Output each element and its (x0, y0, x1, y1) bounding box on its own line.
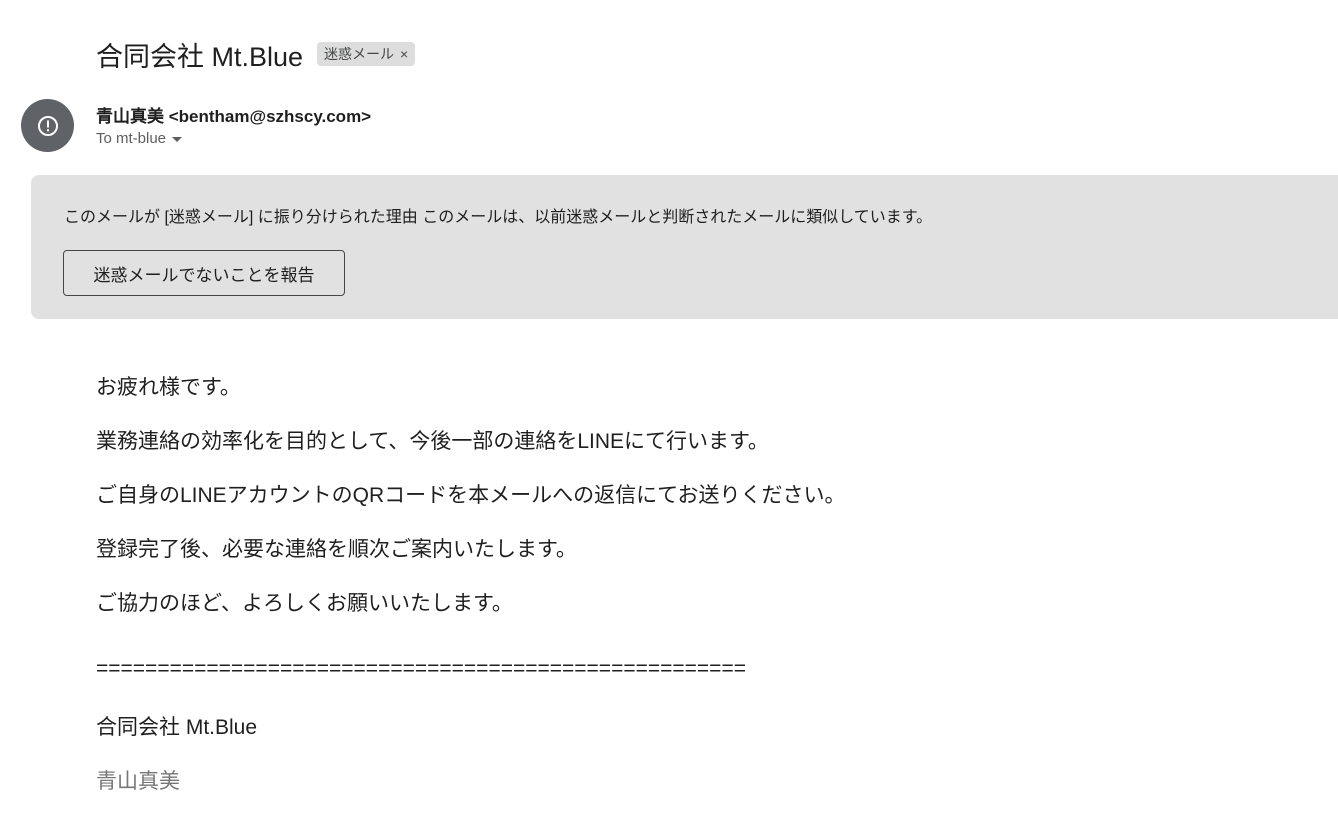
signature-name: 青山真美 (96, 770, 180, 793)
spam-reason-text: このメールが [迷惑メール] に振り分けられた理由 このメールは、以前迷惑メール… (64, 209, 933, 226)
recipients-text: To mt-blue (96, 130, 167, 147)
body-line: お疲れ様です。 (96, 376, 241, 399)
signature-separator: ========================================… (96, 657, 746, 680)
spam-warning-banner: このメールが [迷惑メール] に振り分けられた理由 このメールは、以前迷惑メール… (31, 175, 1338, 319)
spam-label-text: 迷惑メール (324, 46, 395, 62)
caret-down-icon (172, 137, 183, 142)
email-subject: 合同会社 Mt.Blue (96, 41, 304, 72)
subject-row: 合同会社 Mt.Blue 迷惑メール × (96, 36, 416, 72)
body-line: 業務連絡の効率化を目的として、今後一部の連絡をLINEにて行います。 (96, 430, 769, 453)
spam-label-chip[interactable]: 迷惑メール × (317, 42, 416, 66)
recipients-toggle[interactable]: To mt-blue (96, 130, 183, 147)
report-not-spam-button[interactable]: 迷惑メールでないことを報告 (63, 250, 345, 296)
signature-company: 合同会社 Mt.Blue (96, 716, 258, 739)
body-line: ご自身のLINEアカウントのQRコードを本メールへの返信にてお送りください。 (96, 484, 846, 507)
remove-label-icon[interactable]: × (400, 47, 408, 61)
warning-icon (37, 115, 58, 136)
sender-avatar[interactable] (21, 99, 74, 152)
sender-name: 青山真美 <bentham@szhscy.com> (96, 107, 372, 126)
body-line: 登録完了後、必要な連絡を順次ご案内いたします。 (96, 538, 577, 561)
body-line: ご協力のほど、よろしくお願いいたします。 (96, 592, 513, 615)
